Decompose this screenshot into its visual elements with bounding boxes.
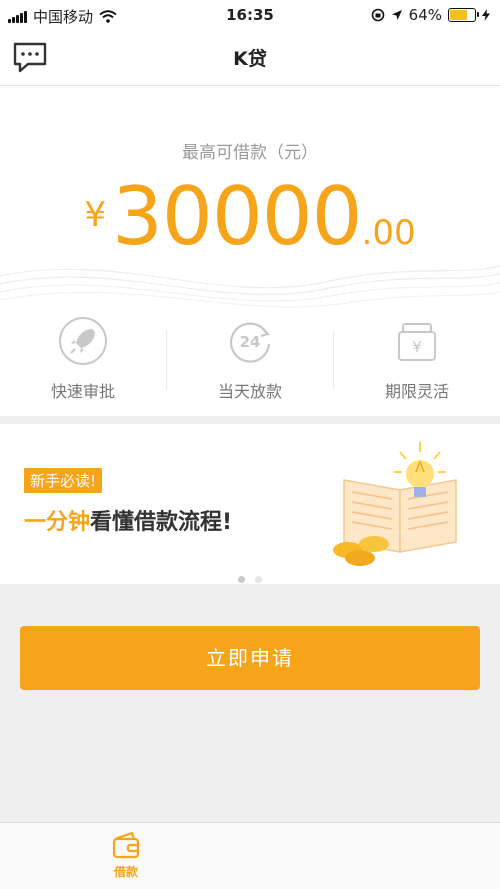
location-icon: [391, 10, 402, 20]
tab-loan[interactable]: 借款: [96, 829, 156, 880]
status-right: 64%: [371, 6, 490, 24]
decorative-wave: [0, 265, 500, 308]
book-lightbulb-illustration: [333, 442, 457, 566]
feature-label: 当天放款: [217, 382, 282, 401]
svg-text:¥: ¥: [412, 338, 422, 356]
feature-label: 快速审批: [50, 382, 115, 401]
status-bar: 中国移动 16:35 64%: [0, 0, 500, 30]
feature-fast-approval: 快速审批: [0, 316, 166, 411]
loan-hero: 最高可借款（元） ¥30000.00 快速审批 24 当天放款 ¥ 期限灵活: [0, 86, 500, 416]
banner-tag: 新手必读!: [24, 468, 103, 493]
feature-same-day: 24 当天放款: [167, 316, 333, 411]
currency-symbol: ¥: [84, 195, 107, 235]
orientation-lock-icon: [371, 8, 384, 22]
carousel-dots[interactable]: [0, 568, 500, 587]
guide-banner[interactable]: 新手必读! 一分钟看懂借款流程!: [0, 424, 500, 584]
nav-bar: K贷: [0, 30, 500, 86]
battery-percent: 64%: [408, 6, 442, 24]
banner-headline: 一分钟看懂借款流程!: [24, 510, 233, 535]
carousel-dot-active[interactable]: [238, 576, 245, 583]
tab-bar: 借款: [0, 822, 500, 889]
battery-icon: [448, 8, 479, 22]
feature-flexible-term: ¥ 期限灵活: [334, 316, 500, 411]
max-loan-label: 最高可借款（元）: [182, 143, 318, 163]
svg-text:24: 24: [240, 333, 261, 351]
carousel-dot[interactable]: [255, 576, 262, 583]
wallet-icon: [112, 831, 140, 859]
feature-label: 期限灵活: [384, 382, 449, 401]
rocket-icon: [59, 317, 107, 365]
tab-label: 借款: [113, 865, 138, 879]
24h-icon: 24: [230, 322, 271, 363]
feature-list: 快速审批 24 当天放款 ¥ 期限灵活: [0, 316, 500, 411]
apply-now-button[interactable]: 立即申请: [20, 626, 480, 690]
charging-icon: [482, 9, 490, 21]
page-title: K贷: [233, 48, 267, 70]
money-bag-icon: ¥: [398, 323, 436, 361]
